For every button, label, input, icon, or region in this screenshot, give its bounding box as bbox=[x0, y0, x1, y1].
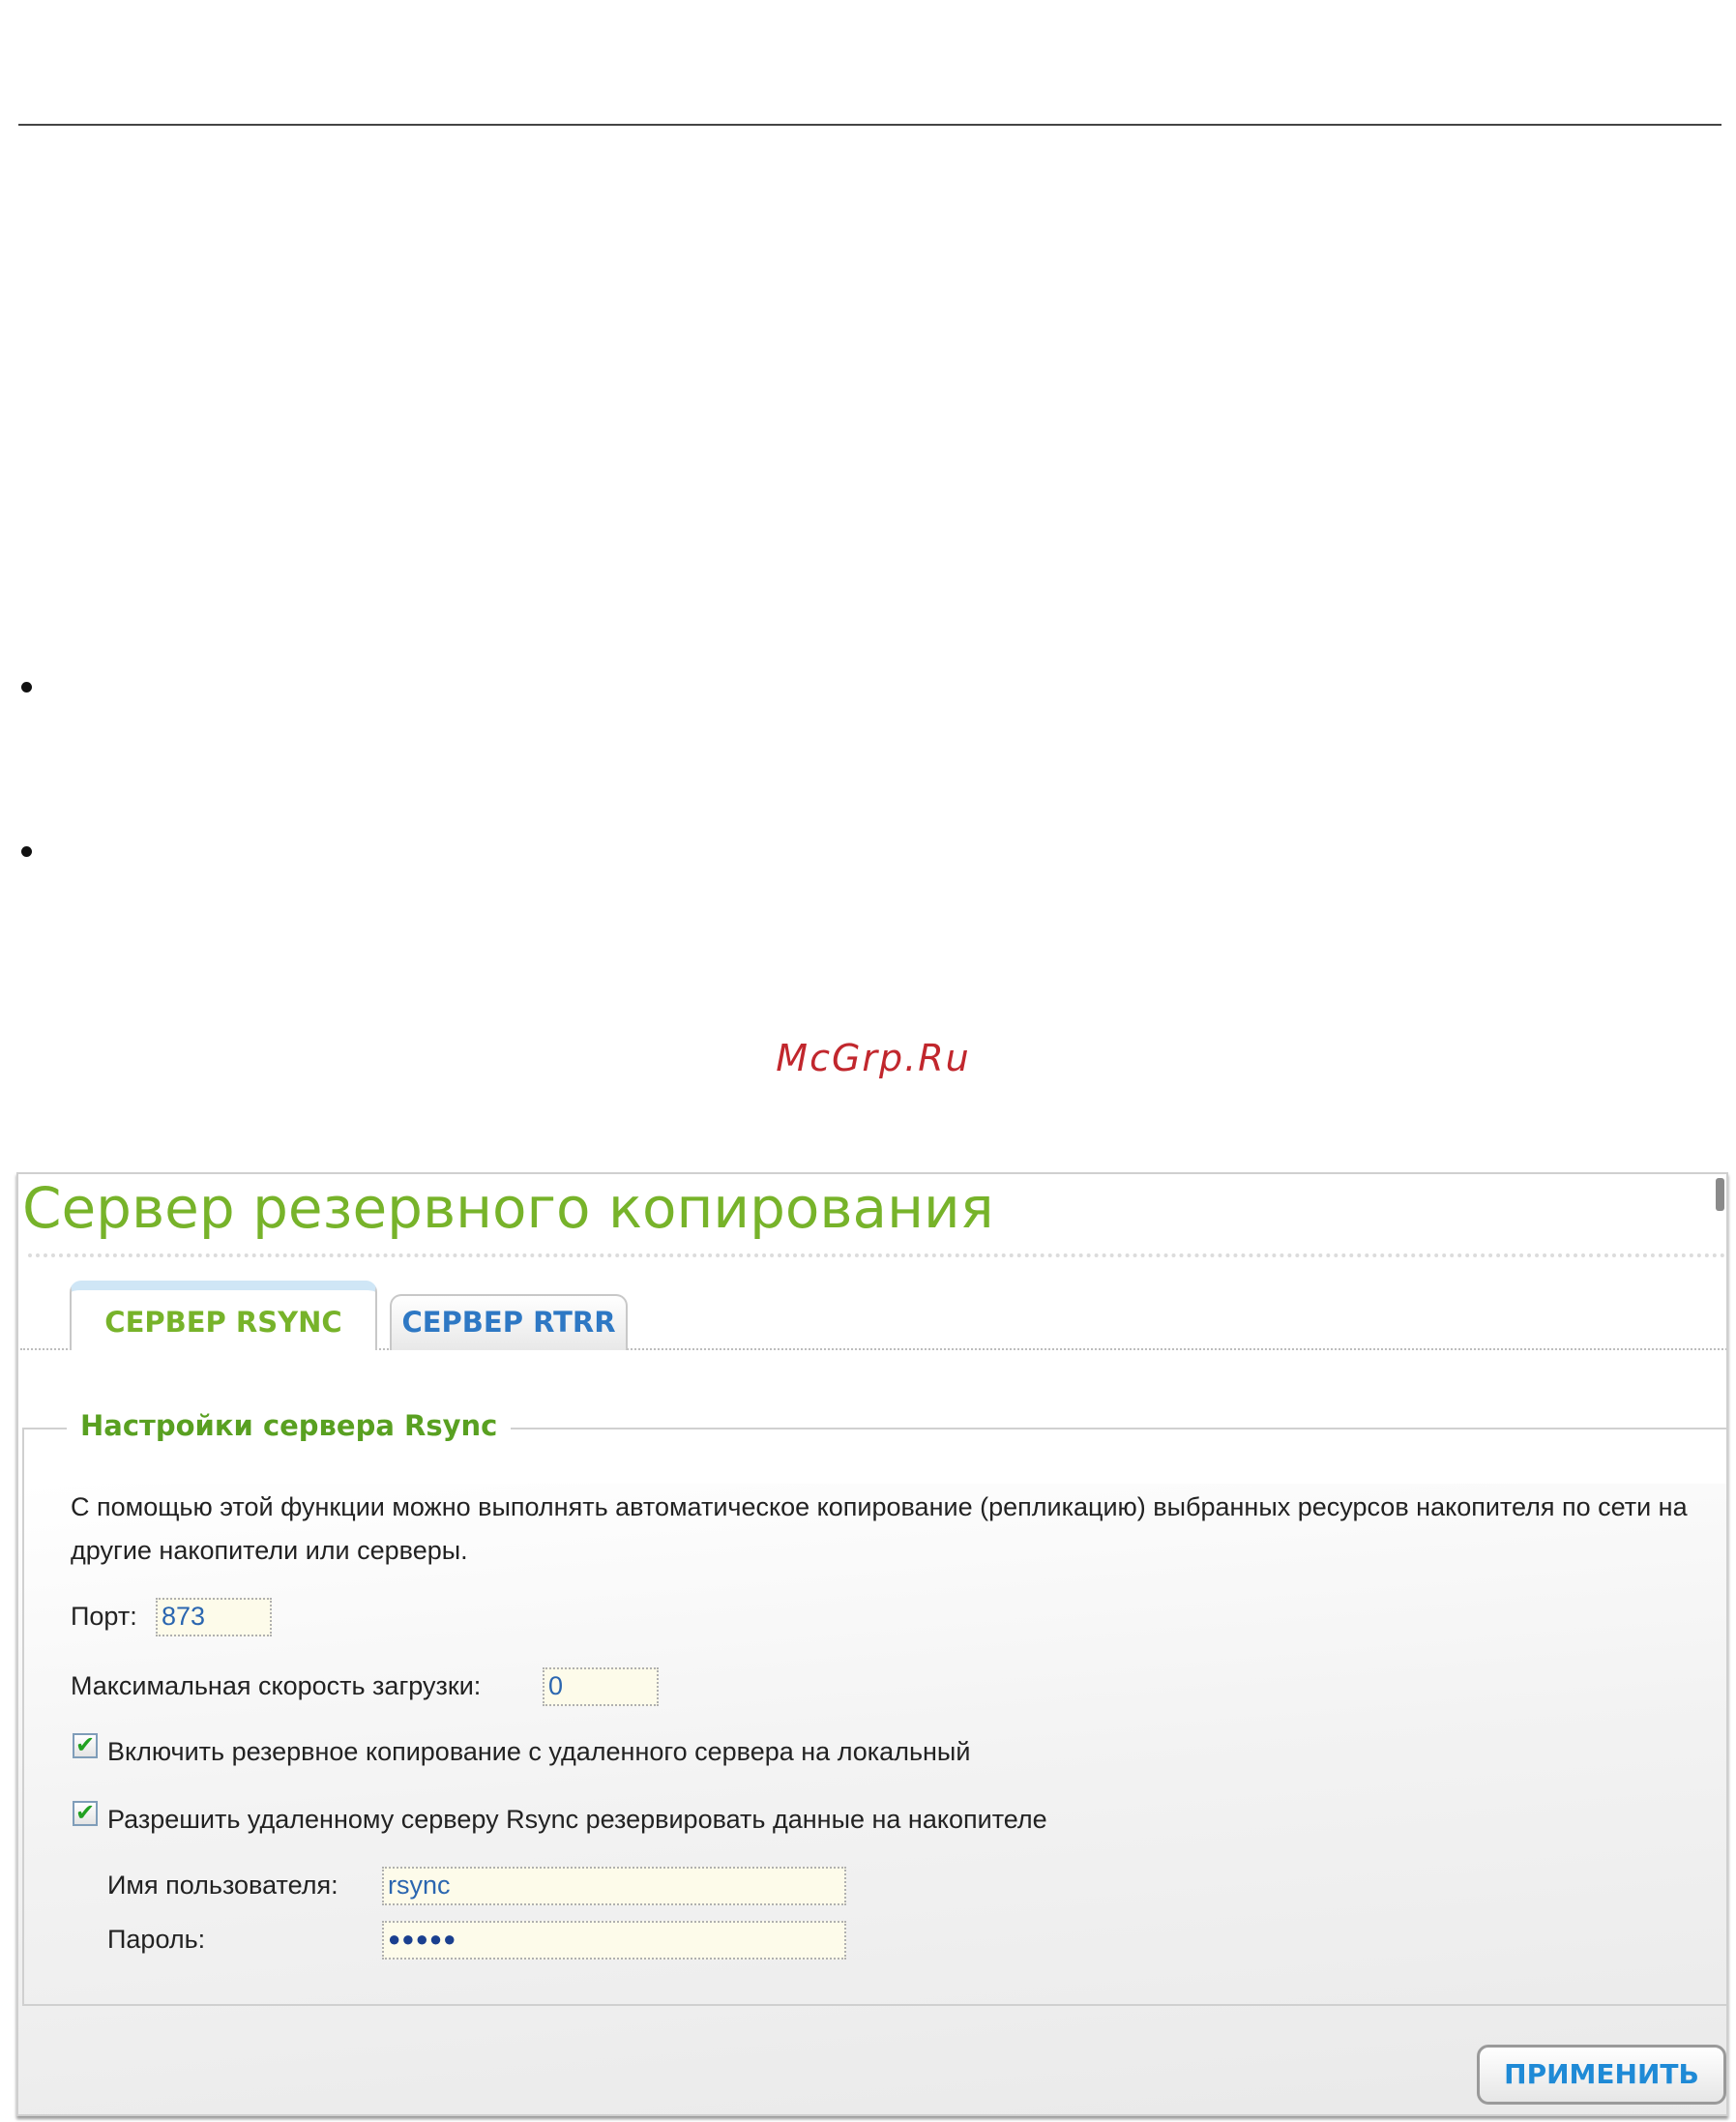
title-divider bbox=[28, 1253, 1726, 1257]
tab-rtrr-server[interactable]: СЕРВЕР RTRR bbox=[390, 1294, 628, 1350]
feature-description: С помощью этой функции можно выполнять а… bbox=[71, 1492, 1688, 1565]
top-divider bbox=[18, 124, 1721, 126]
apply-button[interactable]: ПРИМЕНИТЬ bbox=[1477, 2045, 1726, 2105]
backup-server-panel: Сервер резервного копирования СЕРВЕР RSY… bbox=[16, 1172, 1728, 2116]
port-input[interactable]: 873 bbox=[156, 1598, 272, 1636]
max-speed-label: Максимальная скорость загрузки: bbox=[71, 1671, 482, 1700]
port-label: Порт: bbox=[71, 1602, 137, 1631]
username-label: Имя пользователя: bbox=[107, 1871, 338, 1900]
watermark: McGrp.Ru bbox=[776, 1037, 971, 1079]
bullet-point bbox=[21, 846, 32, 857]
max-speed-input[interactable]: 0 bbox=[543, 1667, 659, 1706]
enable-backup-label: Включить резервное копирование с удаленн… bbox=[107, 1737, 971, 1766]
section-title: Настройки сервера Rsync bbox=[67, 1406, 512, 1445]
password-input[interactable]: ●●●●● bbox=[382, 1921, 846, 1960]
bullet-point bbox=[21, 682, 32, 693]
password-label: Пароль: bbox=[107, 1925, 206, 1954]
enable-backup-checkbox[interactable]: ✔ bbox=[73, 1733, 98, 1758]
allow-remote-checkbox[interactable]: ✔ bbox=[73, 1801, 98, 1826]
allow-remote-label: Разрешить удаленному серверу Rsync резер… bbox=[107, 1805, 1047, 1834]
page-title: Сервер резервного копирования bbox=[22, 1175, 994, 1241]
scrollbar-thumb[interactable] bbox=[1716, 1178, 1724, 1211]
username-input[interactable]: rsync bbox=[382, 1867, 846, 1905]
tab-rsync-server[interactable]: СЕРВЕР RSYNC bbox=[70, 1281, 377, 1350]
